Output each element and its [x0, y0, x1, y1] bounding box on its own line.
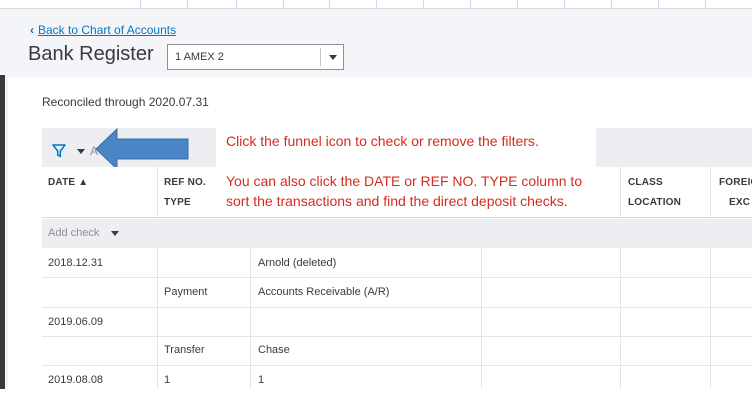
annotation-line-1: Click the funnel icon to check or remove…	[226, 133, 539, 149]
table-row[interactable]: 2019.08.08 1 1	[42, 366, 752, 395]
row-date: 2019.08.08	[48, 374, 104, 386]
left-edge-bar	[0, 75, 5, 389]
annotation-line-2: You can also click the DATE or REF NO. T…	[226, 173, 583, 189]
chevron-down-icon[interactable]	[329, 55, 337, 60]
column-divider	[157, 248, 158, 389]
column-divider	[250, 248, 251, 389]
column-divider	[710, 167, 711, 217]
row-ref: 1	[164, 374, 171, 386]
account-select-value: 1 AMEX 2	[175, 51, 224, 63]
add-check-caret-icon[interactable]	[111, 231, 119, 236]
add-check-row[interactable]: Add check	[42, 219, 752, 248]
column-divider	[481, 248, 482, 389]
table-row[interactable]: Payment Accounts Receivable (A/R)	[42, 278, 752, 308]
annotation-line-3: sort the transactions and find the direc…	[226, 193, 568, 209]
filter-caret-icon[interactable]	[77, 149, 85, 154]
row-type: Payment	[164, 286, 208, 298]
column-divider	[710, 248, 711, 389]
location-column-header[interactable]: LOCATION	[628, 197, 681, 208]
back-link-label[interactable]: Back to Chart of Accounts	[38, 23, 176, 37]
page-title: Bank Register	[28, 43, 154, 65]
account-select[interactable]: 1 AMEX 2	[167, 44, 344, 70]
back-to-chart-of-accounts-link[interactable]: ‹ Back to Chart of Accounts	[30, 23, 176, 37]
reconciled-status: Reconciled through 2020.07.31	[42, 95, 209, 109]
row-date: 2019.06.09	[48, 316, 104, 328]
row-type: Transfer	[164, 344, 205, 356]
class-column-header[interactable]: CLASS	[628, 177, 663, 188]
row-account: Accounts Receivable (A/R)	[258, 286, 390, 298]
foreign-column-header[interactable]: FOREIG	[719, 177, 752, 188]
row-date: 2018.12.31	[48, 257, 104, 269]
table-row[interactable]: Transfer Chase	[42, 336, 752, 366]
add-check-label[interactable]: Add check	[48, 227, 99, 239]
date-column-header[interactable]: DATE ▲	[48, 177, 88, 188]
column-divider	[620, 167, 621, 217]
table-row[interactable]: 2019.06.09	[42, 307, 752, 337]
table-row[interactable]: 2018.12.31 Arnold (deleted)	[42, 248, 752, 278]
row-payee: 1	[258, 374, 265, 386]
select-divider	[320, 48, 321, 66]
top-strip	[0, 0, 752, 9]
funnel-icon[interactable]	[52, 144, 66, 163]
chevron-left-icon: ‹	[30, 23, 34, 37]
exchange-column-header[interactable]: EXC	[729, 197, 750, 208]
ref-no-column-header[interactable]: REF NO.	[164, 177, 206, 188]
column-divider	[157, 167, 158, 217]
type-column-header[interactable]: TYPE	[164, 197, 191, 208]
row-payee: Arnold (deleted)	[258, 257, 337, 269]
column-divider	[620, 248, 621, 389]
row-account: Chase	[258, 344, 290, 356]
